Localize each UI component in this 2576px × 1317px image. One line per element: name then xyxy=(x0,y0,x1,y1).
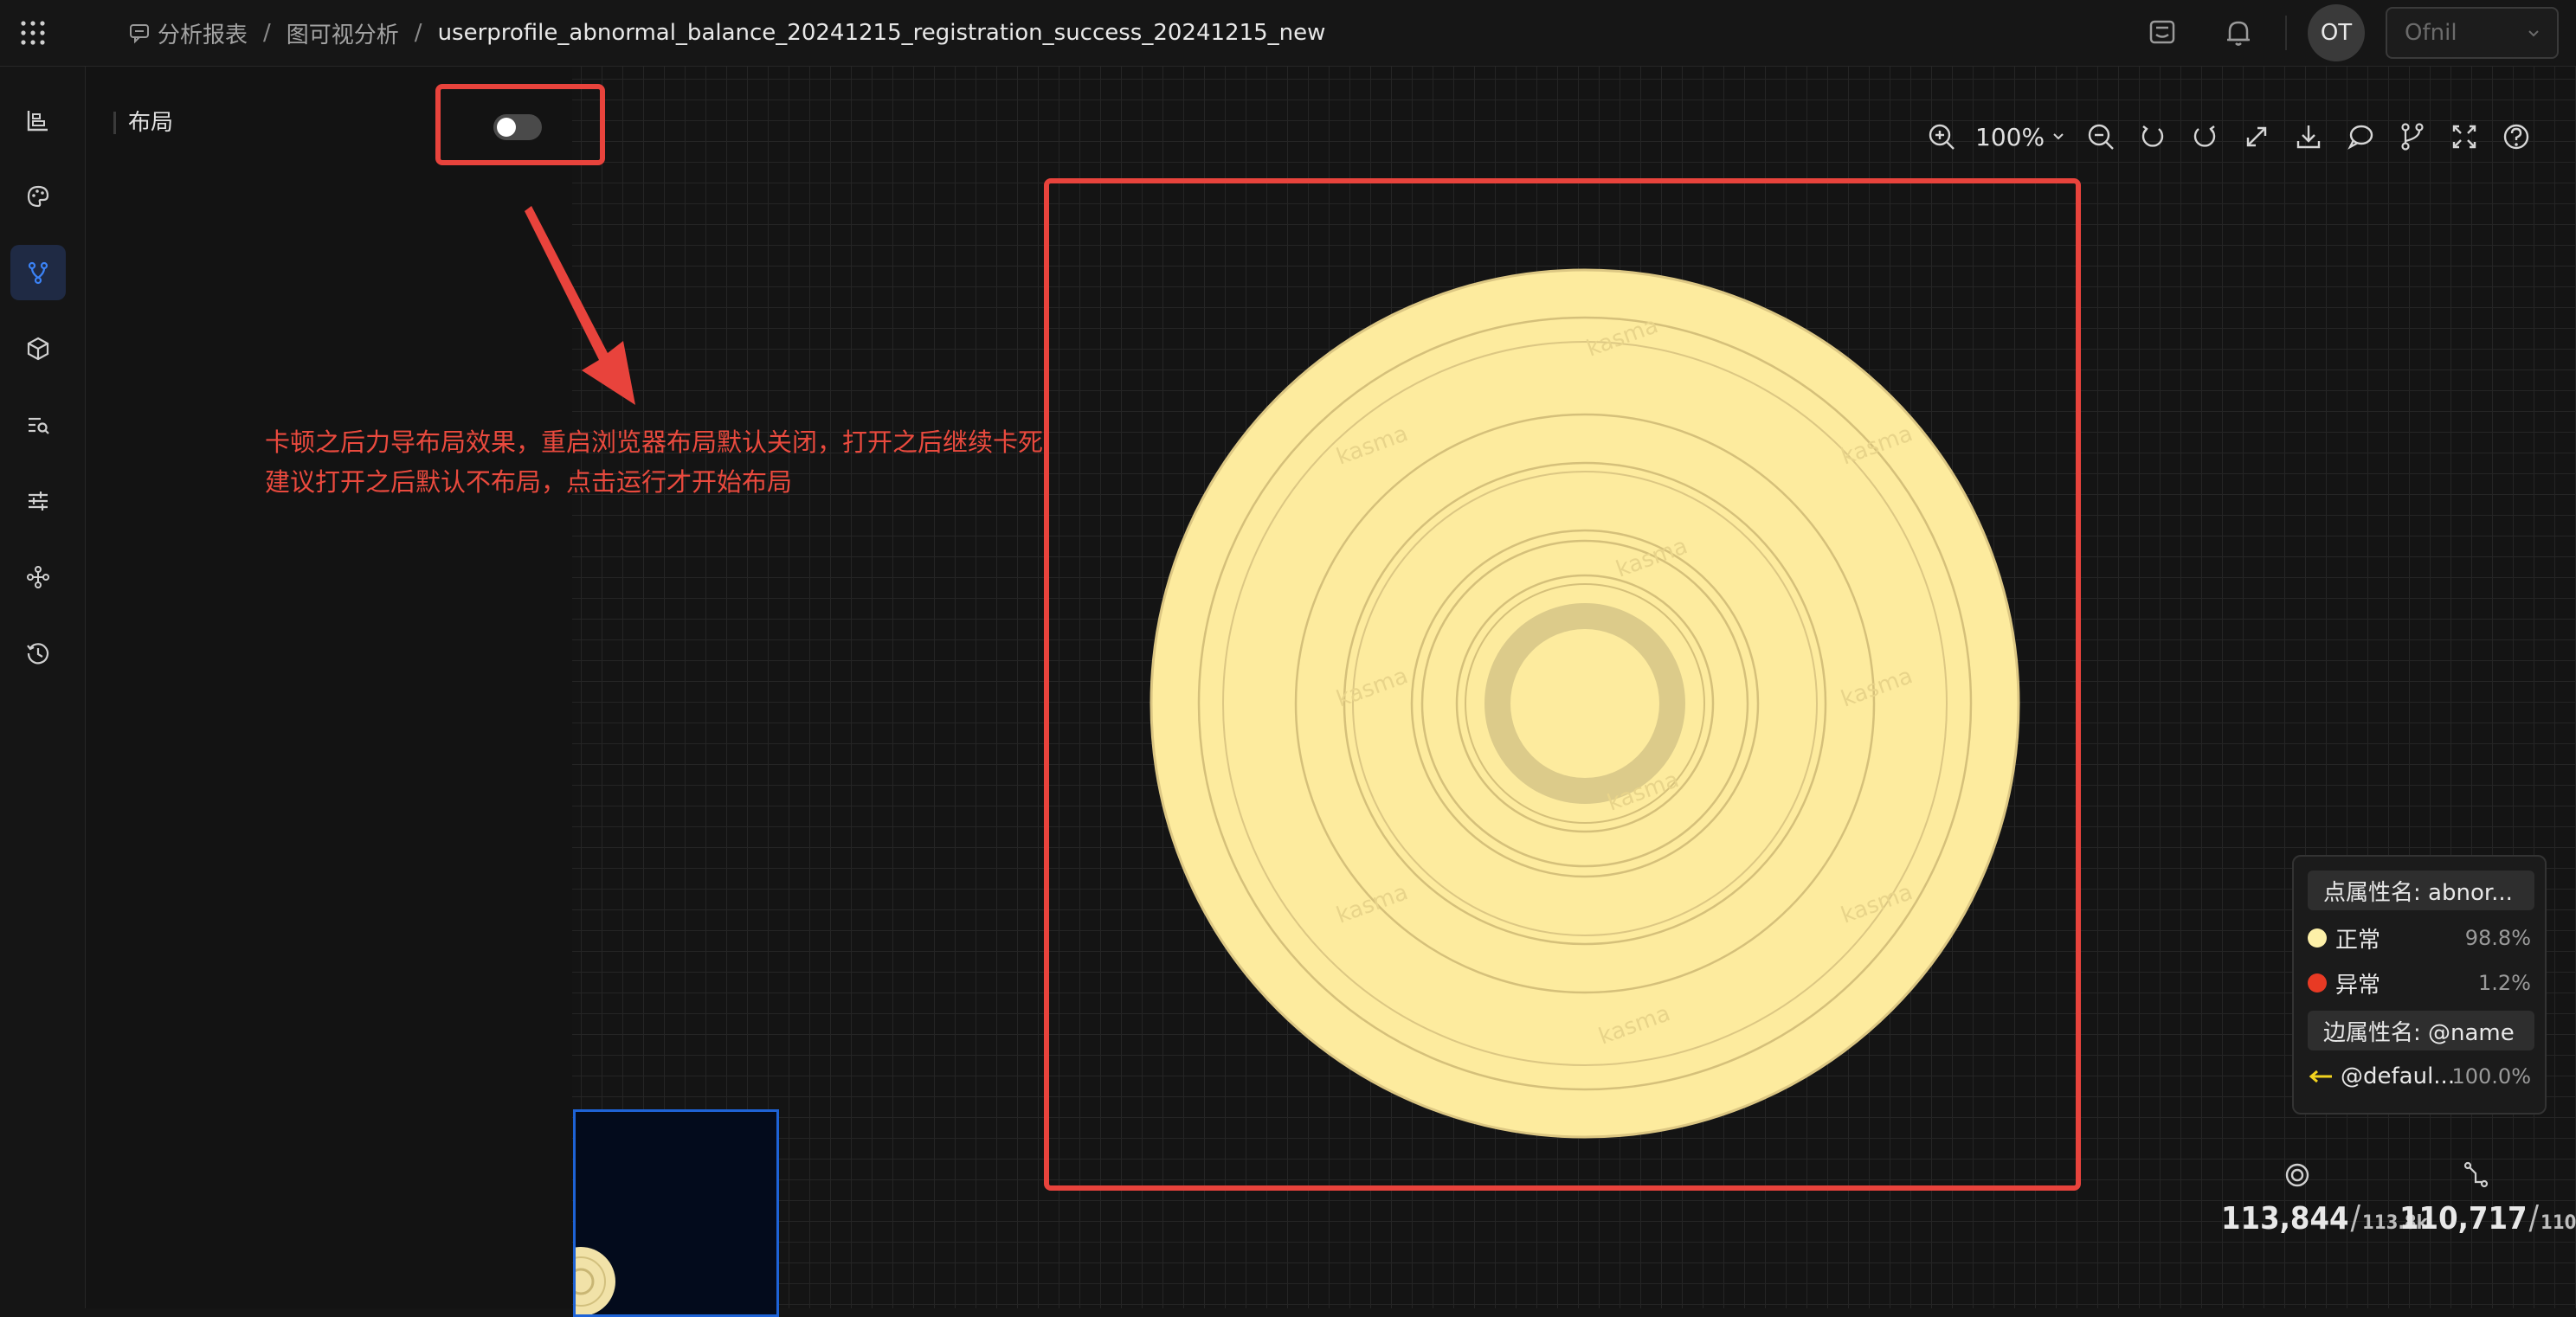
cube-icon xyxy=(27,337,49,361)
nav-item-query[interactable] xyxy=(10,397,66,453)
nav-item-dashboard[interactable] xyxy=(10,93,66,148)
breadcrumb-current: userprofile_abnormal_balance_20241215_re… xyxy=(437,20,1326,46)
left-nav xyxy=(0,67,86,1308)
workspace-select[interactable]: Ofnil xyxy=(2386,7,2559,59)
legend-label: 异常 xyxy=(2335,972,2381,999)
node-count-value: 113,844 xyxy=(2221,1201,2349,1237)
annotation-box-toggle xyxy=(435,84,605,165)
rotate-left-icon[interactable] xyxy=(2135,119,2171,155)
layout-label: 布局 xyxy=(113,112,173,134)
nav-item-network[interactable] xyxy=(10,549,66,605)
branch-icon[interactable] xyxy=(2394,119,2431,155)
help-icon[interactable] xyxy=(2498,119,2534,155)
avatar[interactable]: OT xyxy=(2308,4,2365,61)
dashboard-icon xyxy=(27,111,48,132)
breadcrumb-item-graph-analysis[interactable]: 图可视分析 xyxy=(287,17,399,49)
chevron-down-icon xyxy=(2528,30,2539,37)
node-count: 113,844/113.8k xyxy=(2221,1198,2428,1237)
grid-icon[interactable] xyxy=(19,19,47,47)
breadcrumb-separator: / xyxy=(414,20,422,46)
nav-item-settings[interactable] xyxy=(10,473,66,529)
legend-dot xyxy=(2308,973,2327,993)
bell-icon[interactable] xyxy=(2219,14,2257,52)
workspace-select-value: Ofnil xyxy=(2405,20,2457,46)
sliders-icon xyxy=(29,491,48,511)
report-icon xyxy=(130,24,149,44)
legend-panel: 点属性名: abnor... 正常 98.8% 异常 1.2% 边属性名: @n… xyxy=(2292,855,2547,1115)
zoom-out-icon[interactable] xyxy=(2083,119,2119,155)
node-count-icon xyxy=(2285,1163,2309,1187)
breadcrumb-item-reports[interactable]: 分析报表 xyxy=(158,17,248,49)
edge-count: 110,717/110.7k xyxy=(2399,1198,2576,1237)
chevron-down-icon xyxy=(2053,133,2064,140)
edge-count-value: 110,717 xyxy=(2399,1201,2528,1237)
legend-label: @defaul... xyxy=(2341,1063,2456,1089)
fullscreen-icon[interactable] xyxy=(2446,119,2483,155)
minimap[interactable] xyxy=(573,1109,779,1317)
download-icon[interactable] xyxy=(2290,119,2327,155)
legend-item-edge-default[interactable]: @defaul... 100.0% xyxy=(2308,1059,2534,1094)
layout-panel: 布局 xyxy=(86,67,572,1308)
breadcrumb-separator: / xyxy=(263,20,271,46)
divider xyxy=(2285,16,2287,50)
breadcrumb: 分析报表 / 图可视分析 / userprofile_abnormal_bala… xyxy=(128,16,1325,50)
annotation-line-1: 卡顿之后力导布局效果，重启浏览器布局默认关闭，打开之后继续卡死 xyxy=(265,427,1044,457)
legend-item-normal[interactable]: 正常 98.8% xyxy=(2308,921,2534,955)
legend-item-abnormal[interactable]: 异常 1.2% xyxy=(2308,966,2534,1000)
graph-branch-icon xyxy=(28,261,48,285)
annotation-text: 卡顿之后力导布局效果，重启浏览器布局默认关闭，打开之后继续卡死 建议打开之后默认… xyxy=(265,422,1043,502)
nav-item-theme[interactable] xyxy=(10,169,66,224)
annotation-box-graph xyxy=(1044,178,2081,1191)
top-bar: 分析报表 / 图可视分析 / userprofile_abnormal_bala… xyxy=(0,0,2576,67)
expand-icon[interactable] xyxy=(2238,119,2275,155)
list-search-icon xyxy=(29,417,49,434)
zoom-select[interactable]: 100% xyxy=(1975,123,2065,151)
edge-count-icon xyxy=(2463,1161,2489,1188)
zoom-value: 100% xyxy=(1975,122,2045,151)
minimap-graph xyxy=(576,1247,615,1314)
comment-icon[interactable] xyxy=(2342,119,2379,155)
network-icon xyxy=(27,566,49,588)
annotation-arrow xyxy=(525,206,635,405)
feedback-icon[interactable] xyxy=(2143,14,2181,52)
zoom-in-icon[interactable] xyxy=(1923,119,1960,155)
nav-item-model[interactable] xyxy=(10,321,66,376)
nav-item-history[interactable] xyxy=(10,626,66,681)
legend-percent: 1.2% xyxy=(2478,971,2531,995)
legend-dot xyxy=(2308,928,2327,948)
canvas-toolbar: 100% xyxy=(1923,118,2550,156)
legend-label: 正常 xyxy=(2335,927,2381,954)
nav-item-graph[interactable] xyxy=(10,245,66,300)
legend-node-header[interactable]: 点属性名: abnor... xyxy=(2308,871,2534,910)
rotate-right-icon[interactable] xyxy=(2186,119,2223,155)
legend-percent: 100.0% xyxy=(2451,1064,2531,1089)
history-icon xyxy=(27,643,49,665)
palette-icon xyxy=(27,185,49,208)
legend-percent: 98.8% xyxy=(2464,926,2531,950)
legend-edge-header[interactable]: 边属性名: @name xyxy=(2308,1011,2534,1050)
annotation-line-2: 建议打开之后默认不布局，点击运行才开始布局 xyxy=(265,467,793,497)
edge-arrow-icon xyxy=(2309,1070,2332,1083)
edge-count-total: 110.7k xyxy=(2541,1212,2576,1234)
